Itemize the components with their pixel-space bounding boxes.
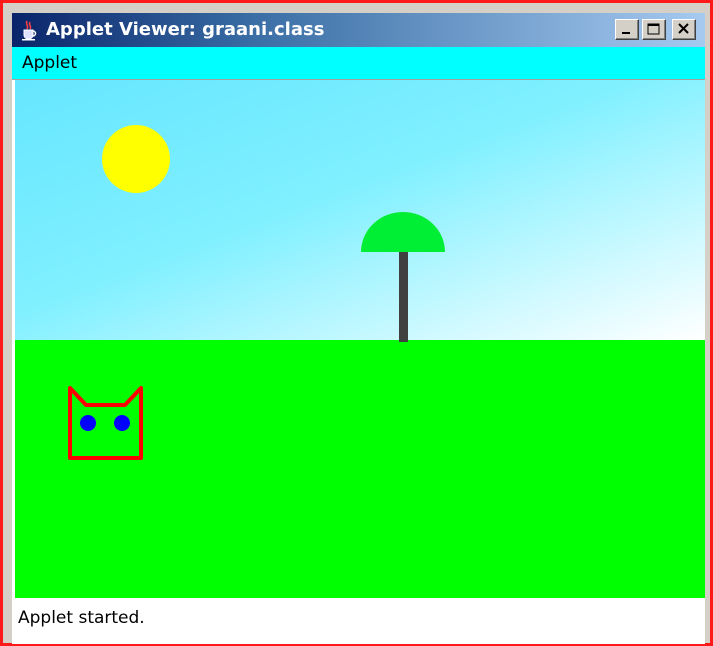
sky — [15, 80, 705, 340]
status-bar: Applet started. — [12, 600, 705, 644]
minimize-icon — [622, 32, 630, 34]
close-button[interactable] — [672, 19, 696, 40]
applet-viewer-window: Applet Viewer: graani.class Applet Apple… — [0, 0, 713, 646]
status-text: Applet started. — [18, 608, 145, 628]
applet-canvas[interactable] — [15, 80, 705, 598]
maximize-icon — [647, 23, 660, 35]
ground — [15, 340, 705, 598]
window-content: Applet Viewer: graani.class Applet Apple… — [12, 13, 705, 644]
menu-applet[interactable]: Applet — [18, 51, 81, 75]
cat-eye-left — [80, 415, 96, 431]
minimize-button[interactable] — [615, 19, 639, 40]
java-cup-icon — [22, 20, 37, 41]
menu-bar: Applet — [12, 47, 705, 80]
cat-eye-right — [114, 415, 130, 431]
maximize-button[interactable] — [642, 19, 666, 40]
sun — [102, 125, 170, 193]
window-title: Applet Viewer: graani.class — [46, 19, 325, 40]
tree-trunk — [399, 248, 408, 342]
close-icon — [678, 23, 689, 34]
title-bar[interactable]: Applet Viewer: graani.class — [12, 13, 705, 47]
